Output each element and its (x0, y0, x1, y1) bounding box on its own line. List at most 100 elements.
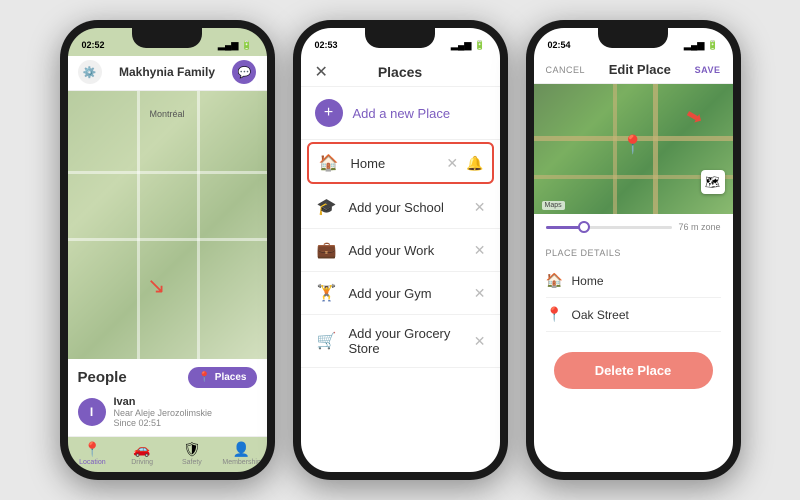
place-item-gym[interactable]: 🏋 Add your Gym ✕ (301, 272, 500, 315)
delete-place-button[interactable]: Delete Place (554, 352, 713, 389)
place-name-icon: 🏠 (546, 272, 564, 289)
map-bottom: People 📍 Places I Ivan Near Aleje Jerozo… (68, 359, 267, 436)
home-bell-icon[interactable]: 🔔 (466, 155, 483, 172)
tab-safety[interactable]: 🛡 Safety (167, 441, 217, 466)
map-area: Montréal ↘ (68, 91, 267, 359)
location-icon: 📍 (84, 441, 101, 458)
safety-tab-label: Safety (182, 459, 202, 466)
edit-arrow: ➡ (681, 101, 708, 131)
detail-row-name: 🏠 Home (546, 264, 721, 298)
places-screen-header: ✕ Places (301, 56, 500, 87)
radius-bar: 76 m zone (534, 214, 733, 240)
map-road-h2 (68, 238, 267, 241)
map-source-label: Maps (542, 201, 565, 210)
edit-header: CANCEL Edit Place SAVE (534, 56, 733, 84)
people-header: People 📍 Places (78, 367, 257, 388)
map-layers-button[interactable]: 🗺 (701, 170, 725, 194)
place-name-grocery: Add your Grocery Store (349, 326, 464, 356)
status-icons-2: ▂▄▆ 🔋 (451, 40, 485, 51)
driving-tab-label: Driving (131, 459, 153, 466)
places-button[interactable]: 📍 Places (188, 367, 256, 388)
place-details-title: Place details (546, 248, 721, 258)
add-place-text: Add a new Place (353, 106, 451, 121)
school-icon: 🎓 (315, 197, 339, 217)
radius-track[interactable] (546, 226, 673, 229)
person-info: Ivan Near Aleje Jerozolimskie Since 02:5… (114, 396, 213, 428)
detail-row-address: 📍 Oak Street (546, 298, 721, 332)
place-name-home: Home (351, 156, 437, 171)
gym-icon: 🏋 (315, 283, 339, 303)
notch (132, 28, 202, 48)
person-since: Since 02:51 (114, 418, 213, 428)
battery-icon: 🔋 (241, 40, 252, 51)
save-button[interactable]: SAVE (695, 65, 721, 75)
status-icons-3: ▂▄▆ 🔋 (684, 40, 718, 51)
status-time-3: 02:54 (548, 40, 571, 50)
place-name-gym: Add your Gym (349, 286, 464, 301)
map-header: ⚙️ Makhynia Family 💬 (68, 56, 267, 91)
map-road-h1 (68, 171, 267, 174)
radius-label: 76 m zone (678, 222, 720, 232)
battery-icon-3: 🔋 (707, 40, 718, 51)
map-arrow: ↘ (147, 273, 165, 299)
map-preview: 📍 ➡ Maps 🗺 (534, 84, 733, 214)
family-name: Makhynia Family (119, 65, 215, 79)
notch-2 (365, 28, 435, 48)
people-label: People (78, 369, 127, 386)
wifi-icon-2: ▂▄▆ (451, 40, 471, 51)
gym-remove-icon[interactable]: ✕ (474, 285, 486, 302)
status-time-2: 02:53 (315, 40, 338, 50)
places-close-button[interactable]: ✕ (315, 62, 328, 82)
places-screen-title: Places (378, 64, 422, 80)
driving-icon: 🚗 (133, 441, 150, 458)
tab-membership[interactable]: 👤 Membership (217, 441, 267, 466)
preview-road-v2 (653, 84, 658, 214)
person-row: I Ivan Near Aleje Jerozolimskie Since 02… (78, 396, 257, 428)
tab-location[interactable]: 📍 Location (68, 441, 118, 466)
status-time-1: 02:52 (82, 40, 105, 50)
places-icon: 📍 (198, 372, 210, 383)
edit-title: Edit Place (609, 62, 671, 77)
place-name-work: Add your Work (349, 243, 464, 258)
phone-2: 02:53 ▂▄▆ 🔋 ✕ Places + Add a new Place 🏠… (293, 20, 508, 480)
place-item-home[interactable]: 🏠 Home ✕ 🔔 (307, 142, 494, 184)
radius-thumb[interactable] (578, 221, 590, 233)
work-icon: 💼 (315, 240, 339, 260)
tab-driving[interactable]: 🚗 Driving (117, 441, 167, 466)
place-detail-address: Oak Street (572, 308, 629, 322)
location-pin-icon: 📍 (546, 306, 564, 323)
map-city-label: Montréal (149, 109, 184, 119)
avatar-initial: I (90, 405, 93, 419)
wifi-icon-3: ▂▄▆ (684, 40, 704, 51)
bottom-tabs: 📍 Location 🚗 Driving 🛡 Safety 👤 Membersh… (68, 436, 267, 472)
phone-1: 02:52 ▂▄▆ 🔋 ⚙️ Makhynia Family 💬 Montréa… (60, 20, 275, 480)
work-remove-icon[interactable]: ✕ (474, 242, 486, 259)
chat-icon[interactable]: 💬 (232, 60, 256, 84)
grocery-icon: 🛒 (315, 331, 339, 351)
add-place-row[interactable]: + Add a new Place (301, 87, 500, 140)
map-road-v2 (197, 91, 200, 359)
place-item-work[interactable]: 💼 Add your Work ✕ (301, 229, 500, 272)
place-item-school[interactable]: 🎓 Add your School ✕ (301, 186, 500, 229)
place-name-school: Add your School (349, 200, 464, 215)
status-icons-1: ▂▄▆ 🔋 (218, 40, 252, 51)
membership-icon: 👤 (233, 441, 250, 458)
phone-1-screen: 02:52 ▂▄▆ 🔋 ⚙️ Makhynia Family 💬 Montréa… (68, 28, 267, 472)
place-item-grocery[interactable]: 🛒 Add your Grocery Store ✕ (301, 315, 500, 368)
settings-icon[interactable]: ⚙️ (78, 60, 102, 84)
home-remove-icon[interactable]: ✕ (446, 155, 458, 172)
home-actions: ✕ 🔔 (446, 155, 483, 172)
grocery-remove-icon[interactable]: ✕ (474, 333, 486, 350)
school-remove-icon[interactable]: ✕ (474, 199, 486, 216)
cancel-button[interactable]: CANCEL (546, 65, 586, 75)
phone-3-screen: 02:54 ▂▄▆ 🔋 CANCEL Edit Place SAVE 📍 ➡ M… (534, 28, 733, 472)
preview-road-v1 (613, 84, 617, 214)
map-pin: 📍 (622, 134, 644, 155)
add-place-icon: + (315, 99, 343, 127)
home-icon: 🏠 (317, 153, 341, 173)
notch-3 (598, 28, 668, 48)
safety-icon: 🛡 (183, 441, 201, 458)
places-list: + Add a new Place 🏠 Home ✕ 🔔 🎓 Add your … (301, 87, 500, 472)
phone-2-screen: 02:53 ▂▄▆ 🔋 ✕ Places + Add a new Place 🏠… (301, 28, 500, 472)
phone-3: 02:54 ▂▄▆ 🔋 CANCEL Edit Place SAVE 📍 ➡ M… (526, 20, 741, 480)
